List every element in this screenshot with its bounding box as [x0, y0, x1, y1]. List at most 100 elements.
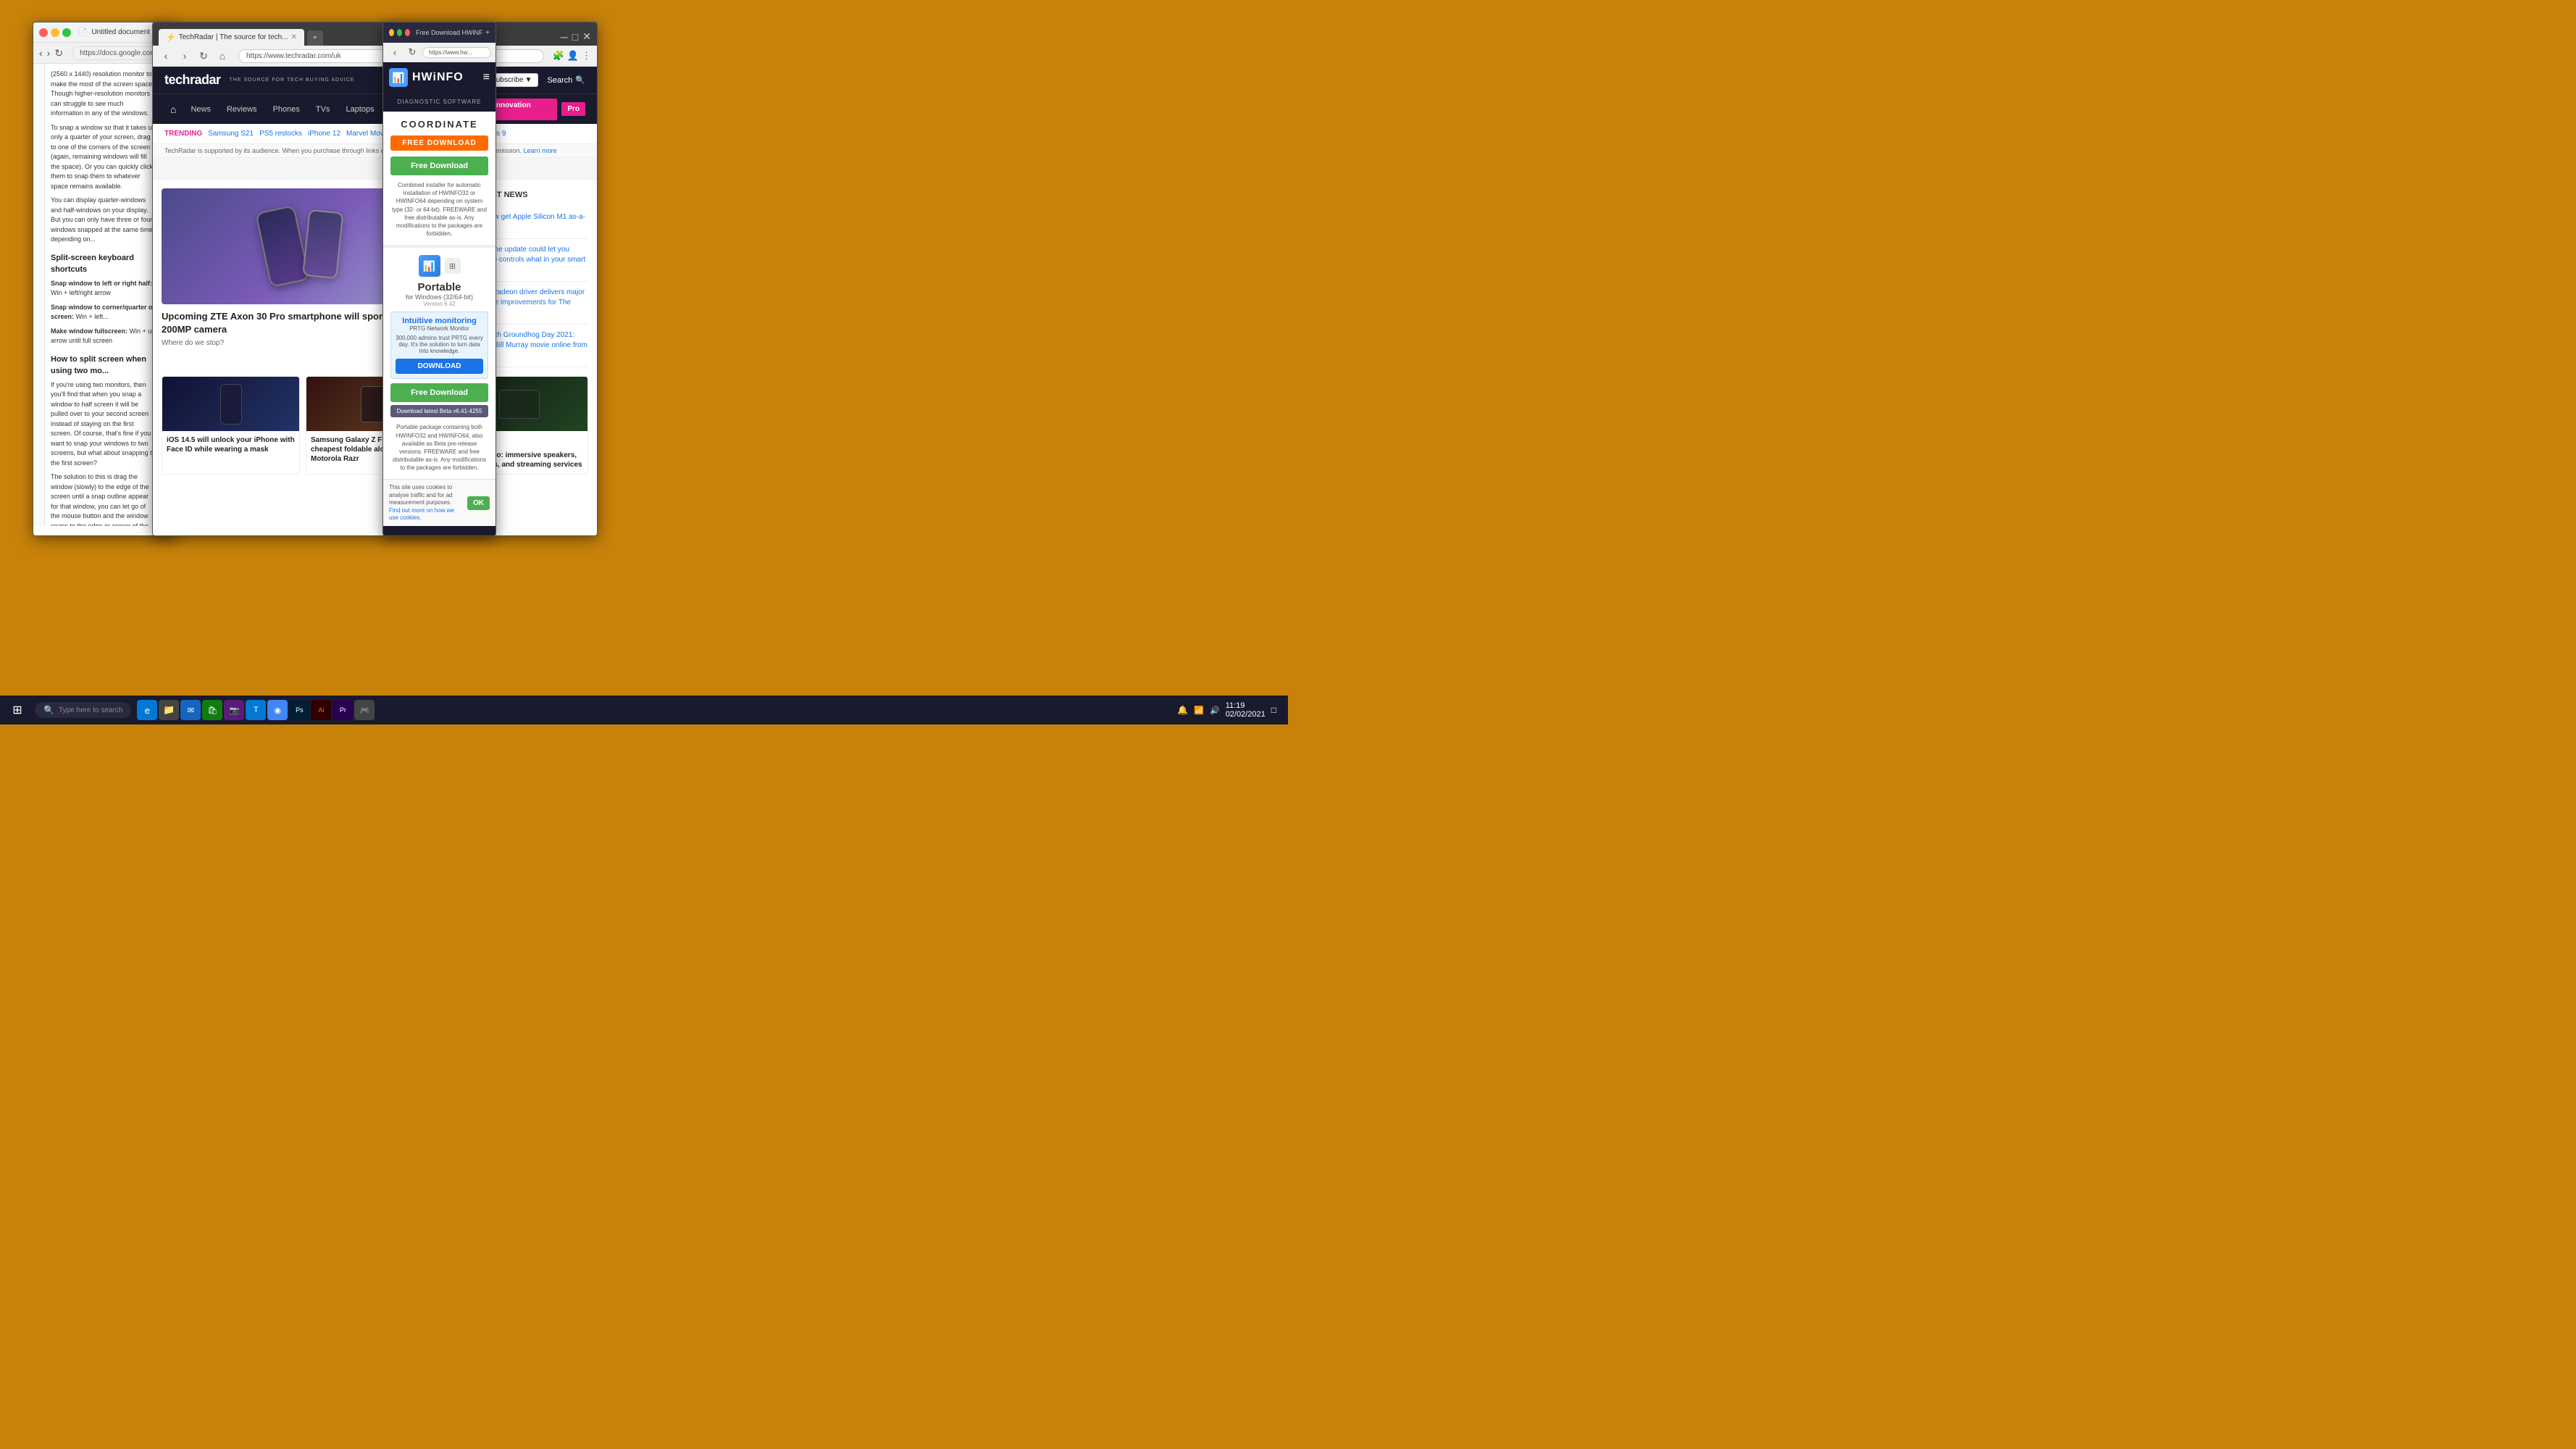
reload-btn[interactable]: ↻ — [196, 49, 211, 63]
taskbar-icon-pr[interactable]: Pr — [333, 700, 353, 720]
hwinfo-site-header: 📊 HWiNFO ≡ — [383, 62, 495, 93]
nav-phones[interactable]: Phones — [266, 99, 307, 120]
taskbar-icon-explorer[interactable]: 📁 — [159, 700, 179, 720]
nav-reviews[interactable]: Reviews — [219, 99, 264, 120]
docs-intro-text2: To snap a window so that it takes up onl… — [51, 123, 156, 192]
win-close-icon[interactable]: ✕ — [582, 30, 591, 43]
tv-icon — [499, 390, 540, 419]
taskbar-icon-edge[interactable]: e — [137, 700, 157, 720]
cookie-find-out-link[interactable]: Find out more on how we use cookies. — [389, 507, 454, 521]
hwinfo-minimize-button[interactable] — [389, 29, 394, 36]
reload-button[interactable]: ↻ — [54, 46, 63, 60]
active-browser-tab[interactable]: ⚡ TechRadar | The source for tech... ✕ — [159, 29, 304, 46]
tab-close-icon[interactable]: ✕ — [291, 33, 297, 41]
search-trigger[interactable]: Search 🔍 — [547, 75, 585, 85]
minimize-button[interactable] — [51, 28, 59, 37]
affiliate-notice: TechRadar is supported by its audience. … — [153, 144, 597, 158]
taskbar-icon-photos[interactable]: 📷 — [224, 700, 244, 720]
free-download-green-button-2[interactable]: Free Download — [390, 383, 488, 402]
portable-main-icon: 📊 — [419, 255, 440, 277]
download-blue-button[interactable]: DOWNLOAD — [396, 359, 483, 374]
taskbar-icon-chrome[interactable]: ◉ — [267, 700, 288, 720]
taskbar-icon-teams[interactable]: T — [246, 700, 266, 720]
taskbar-volume-icon[interactable]: 🔊 — [1210, 706, 1220, 715]
hwinfo-section1: COORDINATE FREE DOWNLOAD Free Download C… — [383, 112, 495, 245]
nav-tvs[interactable]: TVs — [309, 99, 338, 120]
maximize-button[interactable] — [62, 28, 71, 37]
docs-tab-title: Untitled document — [91, 28, 150, 36]
user-icon[interactable]: 👤 — [567, 50, 579, 62]
taskbar-icon-mail[interactable]: ✉ — [180, 700, 201, 720]
cookie-text: This site uses cookies to analyse traffi… — [389, 484, 464, 522]
more-options-icon[interactable]: ⋮ — [582, 50, 591, 62]
cookie-ok-button[interactable]: OK — [467, 496, 490, 510]
hwinfo-back-btn[interactable]: ‹ — [388, 45, 402, 59]
shortcut2-value: Win + left... — [76, 313, 109, 320]
docs-heading1: Split-screen keyboard shortcuts — [51, 252, 156, 276]
portable-title: Portable — [390, 281, 488, 293]
taskbar-icon-game[interactable]: 🎮 — [354, 700, 375, 720]
download-beta-button[interactable]: Download latest Beta v6.41-4255 — [390, 405, 488, 417]
win-minimize-icon[interactable]: ─ — [561, 31, 568, 43]
portable-version: Version 6.42 — [390, 301, 488, 307]
hwinfo-reload-btn[interactable]: ↻ — [405, 45, 419, 59]
free-download-green-button-1[interactable]: Free Download — [390, 156, 488, 175]
learn-more-link[interactable]: Learn more — [524, 147, 557, 154]
taskbar: ⊞ 🔍 Type here to search e 📁 ✉ 🛍 📷 T ◉ Ps… — [0, 696, 1288, 724]
ad-placeholder — [153, 158, 597, 180]
phone-image-secondary — [302, 209, 343, 280]
taskbar-right: 🔔 📶 🔊 11:19 02/02/2021 □ — [1177, 701, 1282, 719]
browser-toolbar-icons: 🧩 👤 ⋮ — [553, 50, 591, 62]
free-download-orange-button[interactable]: FREE DOWNLOAD — [390, 135, 488, 151]
hwinfo-browser-nav: ‹ ↻ https://www.hw... — [383, 43, 495, 62]
article-card-1-title: iOS 14.5 will unlock your iPhone with Fa… — [167, 435, 295, 454]
start-button[interactable]: ⊞ — [6, 698, 29, 722]
docs-heading2: How to split screen when using two mo... — [51, 354, 156, 377]
techradar-logo: techradar — [164, 72, 221, 88]
hwinfo-maximize-button[interactable] — [397, 29, 402, 36]
forward-button[interactable]: › — [47, 46, 51, 60]
forward-btn[interactable]: › — [177, 49, 192, 63]
pro-badge[interactable]: Pro — [561, 102, 585, 116]
trending-ps5[interactable]: PS5 restocks — [259, 130, 302, 138]
back-button[interactable]: ‹ — [39, 46, 43, 60]
hwinfo-new-tab-icon[interactable]: + — [485, 29, 490, 37]
hwinfo-address-bar[interactable]: https://www.hw... — [422, 47, 491, 58]
docs-para1: If you're using two monitors, then you'l… — [51, 380, 156, 469]
taskbar-search-icon: 🔍 — [43, 705, 54, 715]
taskbar-date: 02/02/2021 — [1226, 710, 1266, 719]
shortcut3-label: Make window fullscreen: — [51, 327, 127, 335]
hwinfo-close-button[interactable] — [405, 29, 410, 36]
taskbar-wifi-icon[interactable]: 📶 — [1194, 706, 1204, 715]
nav-laptops[interactable]: Laptops — [338, 99, 381, 120]
hwinfo-hamburger-icon[interactable]: ≡ — [483, 71, 490, 84]
nav-news[interactable]: News — [183, 99, 218, 120]
main-content-area: Upcoming ZTE Axon 30 Pro smartphone will… — [153, 180, 597, 376]
ad-subtitle: PRTG Network Monitor — [396, 325, 483, 332]
home-nav-icon[interactable]: ⌂ — [164, 99, 182, 120]
taskbar-show-desktop-icon[interactable]: □ — [1271, 705, 1276, 715]
home-btn[interactable]: ⌂ — [215, 49, 230, 63]
browser-address-bar-row: ‹ › ↻ ⌂ https://www.techradar.com/uk 🧩 👤… — [153, 46, 597, 67]
taskbar-icon-ai[interactable]: Ai — [311, 700, 331, 720]
taskbar-icon-store[interactable]: 🛍 — [202, 700, 222, 720]
taskbar-notification-icon[interactable]: 🔔 — [1177, 705, 1188, 715]
portable-for-text: for Windows (32/64-bit) — [390, 293, 488, 301]
article-card-1[interactable]: iOS 14.5 will unlock your iPhone with Fa… — [162, 376, 300, 475]
win-maximize-icon[interactable]: □ — [572, 31, 578, 43]
coordinate-label: COORDINATE — [390, 119, 488, 130]
taskbar-search[interactable]: 🔍 Type here to search — [35, 702, 131, 718]
trending-iphone[interactable]: iPhone 12 — [308, 130, 340, 138]
ad-title: Intuitive monitoring — [396, 317, 483, 325]
ad-banner: Intuitive monitoring PRTG Network Monito… — [390, 312, 488, 379]
techradar-site-content: techradar THE SOURCE FOR TECH BUYING ADV… — [153, 67, 597, 529]
taskbar-search-placeholder: Type here to search — [59, 706, 122, 714]
docs-favicon: 📄 — [78, 28, 87, 36]
extensions-icon[interactable]: 🧩 — [553, 50, 564, 62]
trending-samsung[interactable]: Samsung S21 — [208, 130, 254, 138]
taskbar-icon-ps[interactable]: Ps — [289, 700, 309, 720]
close-button[interactable] — [39, 28, 48, 37]
new-tab-button[interactable]: + — [307, 30, 323, 46]
back-btn[interactable]: ‹ — [159, 49, 173, 63]
hwinfo-section1-desc: Combined installer for automatic install… — [390, 181, 488, 238]
